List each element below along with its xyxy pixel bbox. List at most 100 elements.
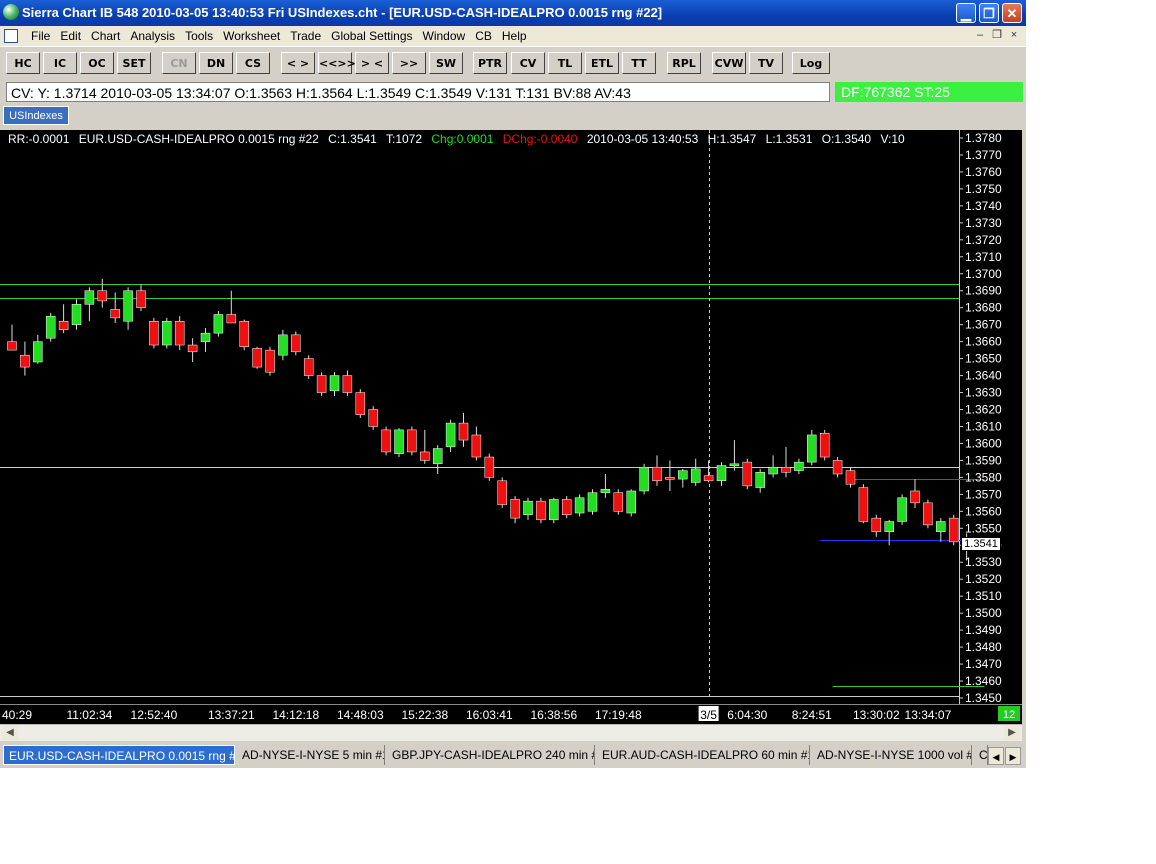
toolbar-button-oc[interactable]: OC: [80, 52, 114, 74]
candle-body-67: [871, 517, 882, 532]
toolbar-button--7[interactable]: < >: [281, 52, 315, 74]
scroll-left-icon[interactable]: ◀: [2, 726, 18, 740]
candle-body-45: [587, 492, 598, 512]
candle-body-46: [600, 489, 611, 493]
menu-global-settings[interactable]: Global Settings: [326, 28, 417, 44]
menu-chart[interactable]: Chart: [86, 28, 125, 44]
y-axis-label: 1.3470: [965, 657, 1002, 671]
toolbar-button-set[interactable]: SET: [117, 52, 151, 74]
chart-tab-0[interactable]: EUR.USD-CASH-IDEALPRO 0.0015 rng #22: [3, 745, 235, 765]
chart-tab-4[interactable]: AD-NYSE-I-NYSE 1000 vol #9: [812, 745, 972, 765]
chart-tab-3[interactable]: EUR.AUD-CASH-IDEALPRO 60 min #13: [597, 745, 810, 765]
candle-body-44: [574, 497, 585, 514]
candle-body-19: [252, 348, 262, 368]
tab-scroll-right-icon[interactable]: ▶: [1005, 747, 1021, 765]
candle-body-70: [910, 490, 920, 504]
toolbar-button--8[interactable]: <<>>: [318, 52, 356, 74]
toolbar-button-cv[interactable]: CV: [511, 52, 545, 74]
candle-body-29: [381, 429, 391, 453]
x-axis-label: 40:29: [2, 708, 32, 722]
candle-body-22: [291, 334, 301, 353]
x-axis-label: 13:30:02: [853, 708, 900, 722]
toolbar-button-tt[interactable]: TT: [622, 52, 656, 74]
toolbar-button-ptr[interactable]: PTR: [473, 52, 507, 74]
toolbar-button-rpl[interactable]: RPL: [667, 52, 701, 74]
toolbar-button--10[interactable]: >><<: [392, 52, 426, 92]
chart-tab-5[interactable]: C: [974, 745, 988, 765]
y-axis-label: 1.3640: [965, 369, 1002, 383]
header-close: C:1.3541: [328, 132, 377, 146]
toolbar-button-tv[interactable]: TV: [749, 52, 783, 74]
candle-body-9: [123, 290, 133, 322]
menu-worksheet[interactable]: Worksheet: [218, 28, 285, 44]
chart-tab-1[interactable]: AD-NYSE-I-NYSE 5 min #1: [237, 745, 385, 765]
mdi-close-button[interactable]: ×: [1006, 28, 1022, 43]
toolbar-button-cs[interactable]: CS: [236, 52, 270, 74]
x-axis-label: 16:38:56: [530, 708, 577, 722]
toolbar-button-tl[interactable]: TL: [548, 52, 582, 74]
chartbook-tab[interactable]: USIndexes: [3, 106, 69, 125]
menu-edit[interactable]: Edit: [55, 28, 86, 44]
header-trades: T:1072: [385, 132, 423, 146]
toolbar-button-sw[interactable]: SW: [429, 52, 463, 74]
candle-body-65: [845, 470, 856, 485]
toolbar-button-log[interactable]: Log: [792, 52, 830, 74]
toolbar-button-dn[interactable]: DN: [199, 52, 233, 74]
horizontal-scrollbar[interactable]: ◀ ▶: [0, 724, 1022, 741]
y-axis-label: 1.3780: [965, 131, 1002, 145]
y-axis-label: 1.3580: [965, 470, 1002, 484]
menu-analysis[interactable]: Analysis: [125, 28, 180, 44]
x-right-badge: 12: [1003, 709, 1015, 721]
window-title: Sierra Chart IB 548 2010-03-05 13:40:53 …: [22, 5, 663, 20]
candle-body-17: [226, 314, 237, 324]
candle-body-52: [678, 470, 688, 480]
candle-body-10: [136, 290, 146, 308]
x-axis-label: 12:52:40: [131, 708, 178, 722]
y-axis-label: 1.3700: [965, 267, 1002, 281]
candle-body-58: [755, 472, 765, 488]
document-icon[interactable]: [4, 29, 18, 43]
toolbar-button-etl[interactable]: ETL: [585, 52, 619, 74]
control-bar: HCICOCSET CNDNCS < ><<>>> <>><<SW PTRCVTLET…: [0, 46, 1026, 92]
toolbar-button-hc[interactable]: HC: [6, 52, 40, 74]
candle-body-6: [84, 290, 95, 305]
x-axis-label: 14:48:03: [337, 708, 384, 722]
price-chart[interactable]: 1.3780 1.3770 1.3760 1.3750 1.3740 1.3730 1.37…: [0, 130, 1022, 724]
candle-body-61: [794, 461, 804, 471]
candle-body-47: [613, 492, 624, 512]
y-axis-label: 1.3710: [965, 250, 1002, 264]
menu-tools[interactable]: Tools: [180, 28, 218, 44]
menu-help[interactable]: Help: [497, 28, 532, 44]
minimize-button[interactable]: ▁: [956, 3, 976, 23]
chart-tab-2[interactable]: GBP.JPY-CASH-IDEALPRO 240 min #6: [387, 745, 595, 765]
toolbar-button-cn[interactable]: CN: [162, 52, 196, 74]
candle-body-64: [832, 460, 843, 475]
candle-body-40: [523, 500, 533, 515]
tab-scroll-left-icon[interactable]: ◀: [988, 747, 1004, 765]
candle-body-56: [729, 463, 740, 467]
chart-background: [0, 130, 1022, 724]
menu-trade[interactable]: Trade: [285, 28, 326, 44]
menu-window[interactable]: Window: [418, 28, 471, 44]
header-datetime: 2010-03-05 13:40:53: [586, 132, 699, 146]
y-axis-label: 1.3510: [965, 589, 1002, 603]
scroll-right-icon[interactable]: ▶: [1004, 726, 1020, 740]
mdi-restore-button[interactable]: ❐: [989, 28, 1005, 43]
cursor-values-line: CV: Y: 1.3714 2010-03-05 13:34:07 O:1.35…: [6, 82, 830, 102]
chart-canvas[interactable]: 1.3780 1.3770 1.3760 1.3750 1.3740 1.3730 1.37…: [0, 130, 1022, 724]
toolbar-button-ic[interactable]: IC: [43, 52, 77, 74]
toolbar-button--9[interactable]: > <: [355, 52, 389, 74]
df-status-box: DF:767362 ST:25: [835, 82, 1023, 102]
y-axis-label: 1.3480: [965, 640, 1002, 654]
toolbar-button-cvw[interactable]: CVW: [712, 52, 746, 74]
y-axis-label: 1.3660: [965, 335, 1002, 349]
mdi-minimize-button[interactable]: –: [972, 28, 988, 43]
menu-file[interactable]: File: [26, 28, 55, 44]
candle-body-53: [690, 468, 701, 483]
candle-body-39: [510, 499, 520, 519]
y-axis-label: 1.3550: [965, 521, 1002, 535]
close-button[interactable]: ✕: [1002, 3, 1022, 23]
menu-cb[interactable]: CB: [470, 28, 497, 44]
restore-button[interactable]: ❐: [979, 3, 999, 23]
y-axis-label: 1.3590: [965, 453, 1002, 467]
